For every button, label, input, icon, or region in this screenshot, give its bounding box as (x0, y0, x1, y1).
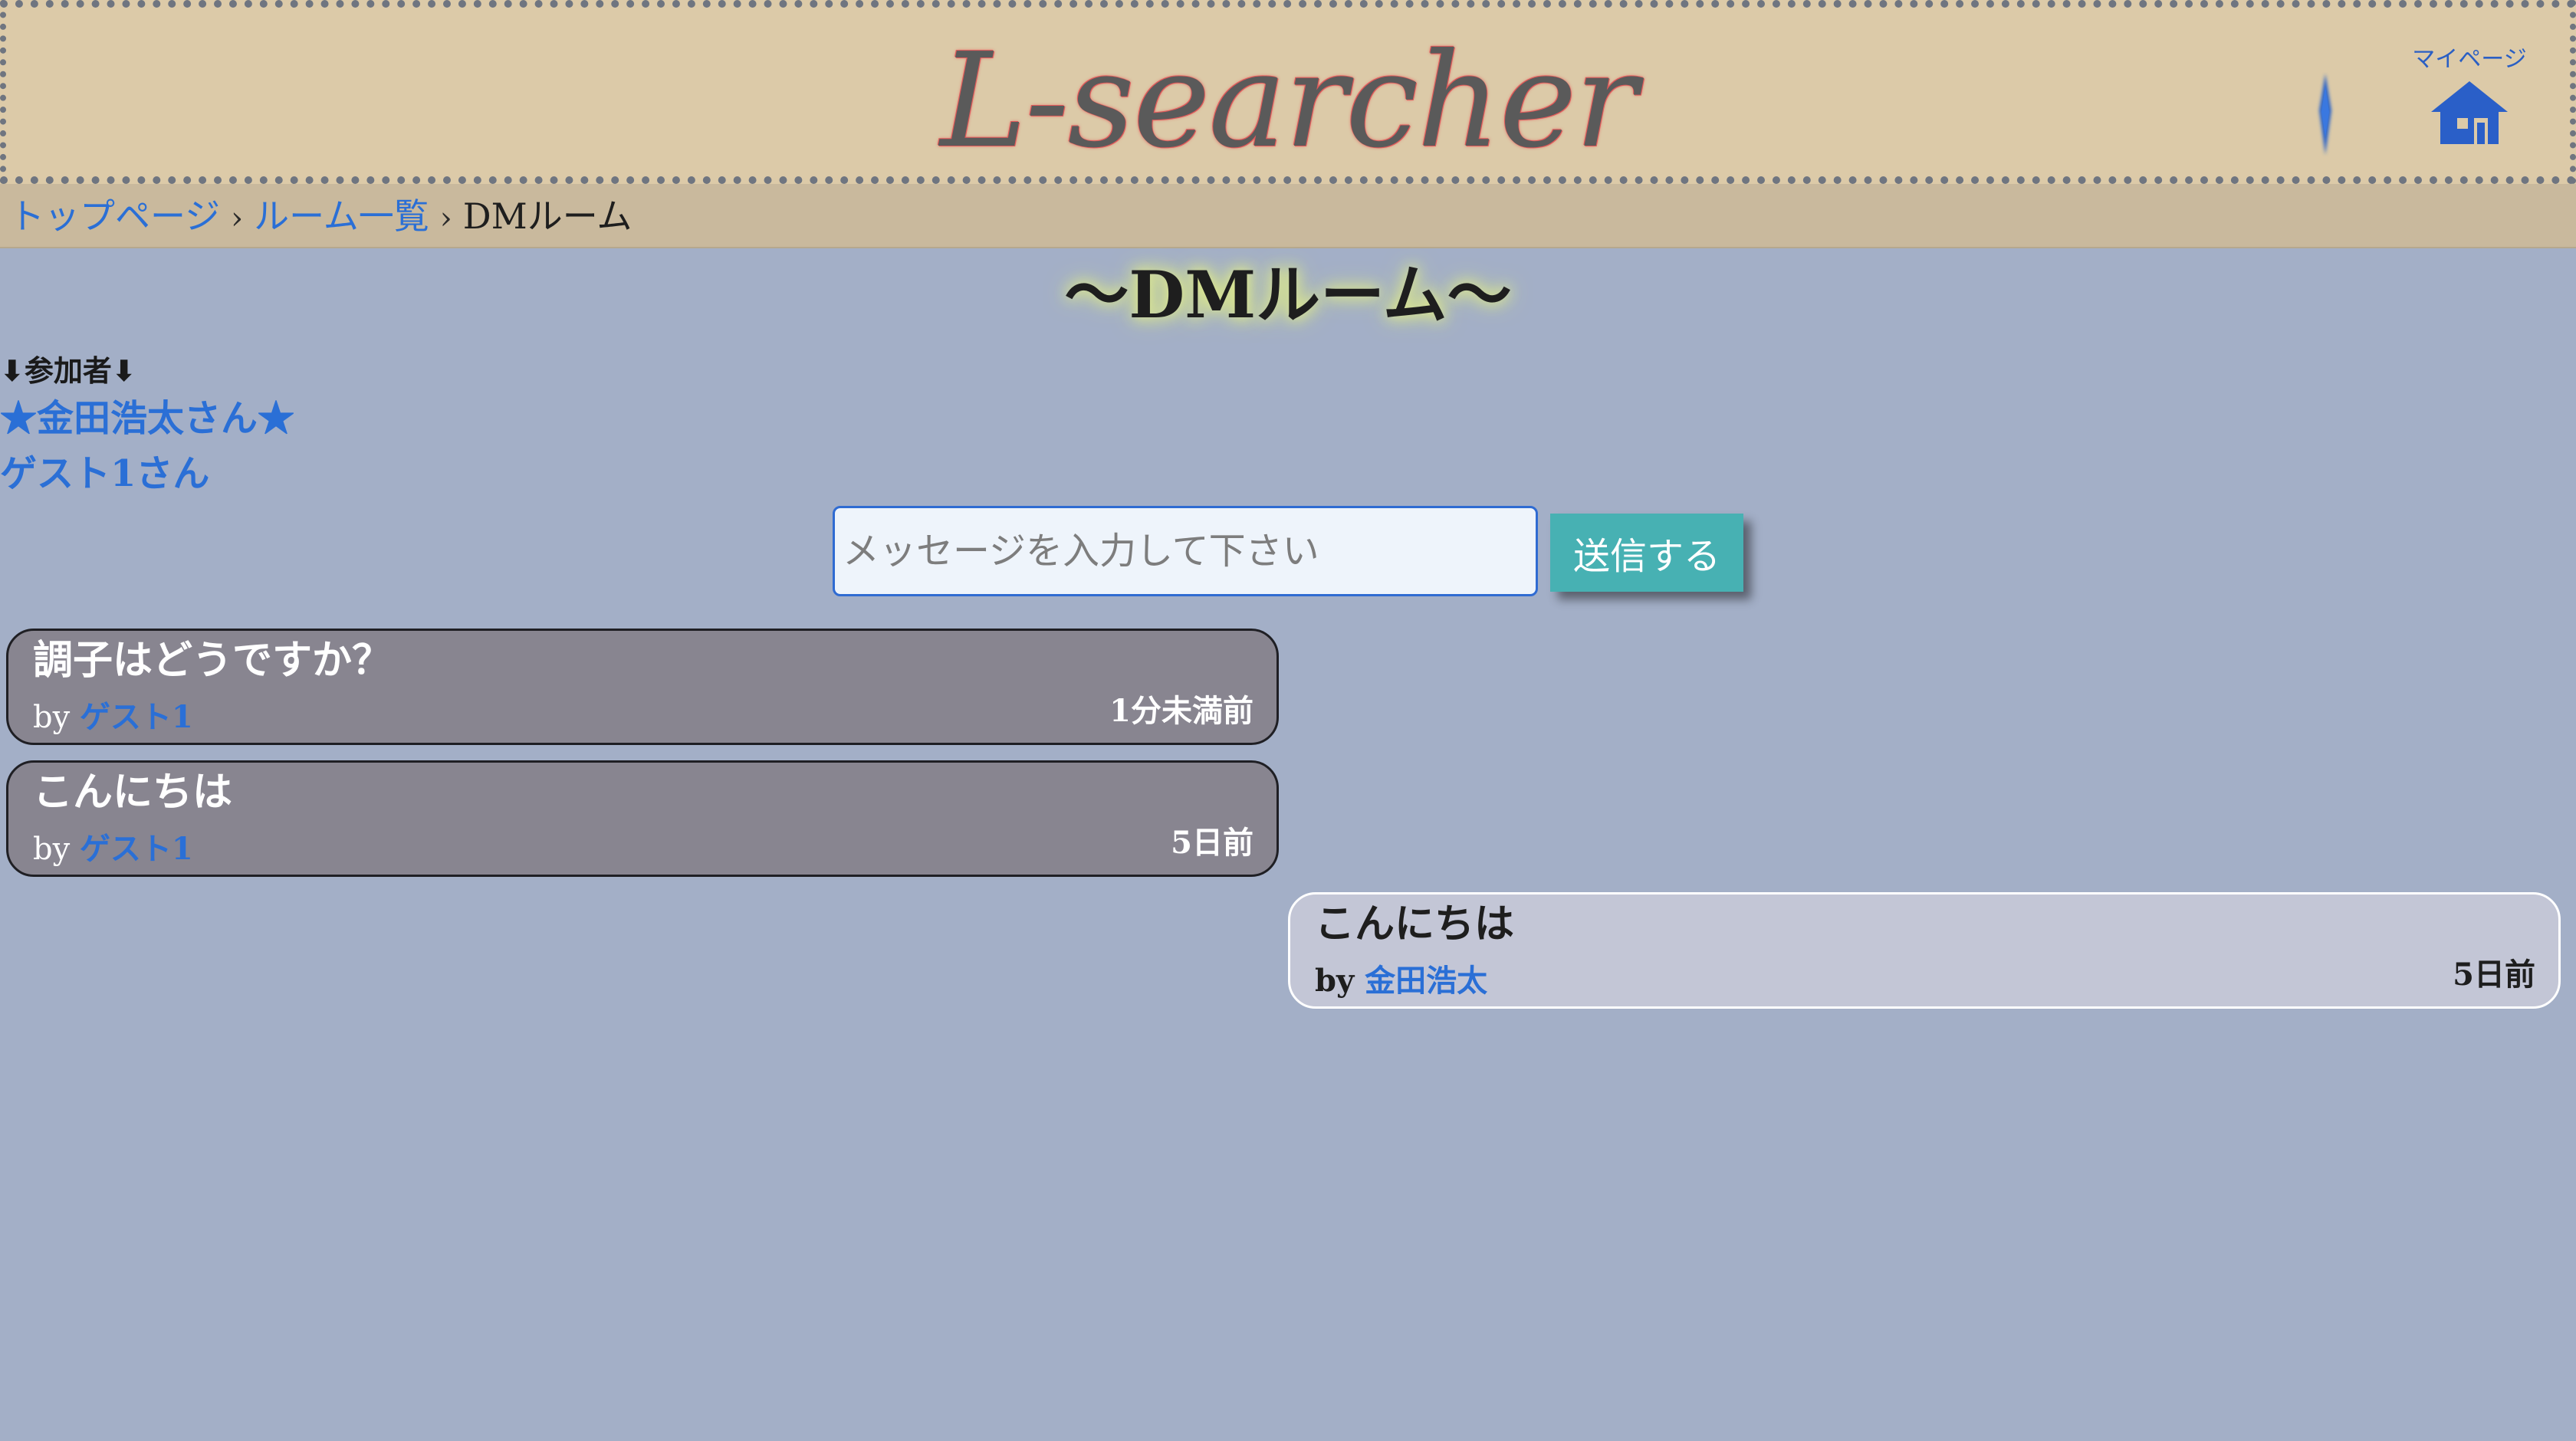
site-header: L-searcher マイページ (0, 0, 2576, 184)
message-author-link[interactable]: 金田浩太 (1365, 963, 1487, 999)
breadcrumb-current: DMルーム (462, 195, 632, 237)
message-timestamp: 1分未満前 (1109, 693, 1254, 729)
breadcrumb-separator: › (439, 201, 452, 236)
message-author-link[interactable]: ゲスト1 (80, 831, 193, 867)
mypage-link[interactable]: マイページ (2404, 44, 2535, 152)
message-author-link[interactable]: ゲスト1 (80, 699, 193, 735)
send-button[interactable]: 送信する (1550, 514, 1743, 592)
page-title: 〜DMルーム〜 (1064, 257, 1512, 333)
breadcrumb-top-page[interactable]: トップページ (9, 195, 220, 237)
message-byline: by ゲスト1 (33, 695, 193, 740)
participant-link[interactable]: ゲスト1さん (0, 446, 294, 501)
by-prefix: by (33, 832, 71, 867)
message-timestamp: 5日前 (2453, 957, 2535, 993)
lighthouse-icon[interactable] (2308, 72, 2342, 156)
breadcrumb-room-list[interactable]: ルーム一覧 (254, 195, 429, 237)
breadcrumb-separator: › (231, 201, 244, 236)
message-timestamp: 5日前 (1171, 825, 1254, 861)
participants-heading: ⬇参加者⬇ (0, 354, 136, 388)
message-input[interactable] (833, 506, 1538, 596)
message-text: 調子はどうですか？ (33, 637, 393, 684)
message-bubble: こんにちは by ゲスト1 5日前 (6, 760, 1279, 877)
message-byline: by 金田浩太 (1315, 959, 1487, 1003)
home-icon (2431, 81, 2508, 144)
participants-section: ⬇参加者⬇ ★金田浩太さん★ ゲスト1さん (0, 351, 294, 501)
by-prefix: by (1315, 963, 1355, 999)
by-prefix: by (33, 700, 71, 735)
message-bubble: こんにちは by 金田浩太 5日前 (1288, 892, 2561, 1009)
breadcrumb: トップページ › ルーム一覧 › DMルーム (0, 184, 2576, 248)
message-byline: by ゲスト1 (33, 827, 193, 871)
site-title[interactable]: L-searcher (6, 25, 2570, 178)
message-bubble: 調子はどうですか？ by ゲスト1 1分未満前 (6, 629, 1279, 745)
mypage-label: マイページ (2412, 46, 2527, 73)
message-text: こんにちは (1315, 901, 1515, 947)
participant-link[interactable]: ★金田浩太さん★ (0, 391, 294, 446)
message-text: こんにちは (33, 769, 233, 816)
